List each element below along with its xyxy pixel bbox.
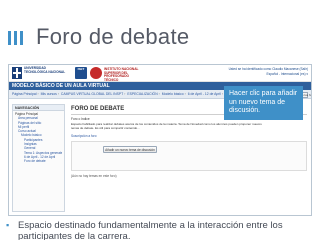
breadcrumb-item[interactable]: Modelo básico [162,92,184,96]
forum-main: FORO DE DEBATE Foro o Indice Espacio hab… [69,104,310,212]
subscribe-link[interactable]: Suscripción a foro [71,134,97,138]
breadcrumb-item[interactable]: Mis cursos [41,92,57,96]
breadcrumb-item[interactable]: 6 de April - 12 de April [188,92,221,96]
add-discussion-button[interactable]: Añadir un nuevo tema de discusión [103,146,157,153]
bullet-icon: ▪ [6,220,10,230]
breadcrumb-item[interactable]: ESPECIALIZACIÓN [127,92,157,96]
navigation-block: NAVEGACIÓN Página Principal Área persona… [12,104,65,212]
language-select[interactable]: Español - Internacional (es) ▾ [229,72,308,77]
sidebar-item-forum[interactable]: Foro de debate [15,159,62,163]
navigation-tree: Página Principal Área personal Páginas d… [13,111,64,165]
forum-name: Foro o Indice [71,117,90,121]
institute-logo-icon [90,67,102,79]
slide-title: Foro de debate [36,24,190,49]
institute-logo-text: INSTITUTO NACIONAL SUPERIOR DEL PROFESOR… [104,67,139,82]
user-info[interactable]: Usted se ha identificado como Claudio Ma… [229,67,308,77]
callout-box: Hacer clic para añadir un nuevo tema de … [224,86,303,120]
iset-logo: ISET [75,67,87,79]
slide-bullet: Espacio destinado fundamentalmente a la … [18,220,283,240]
breadcrumb-item[interactable]: Página Principal [12,92,37,96]
utn-logo-text: UNIVERSIDAD TECNOLÓGICA NACIONAL [24,66,66,74]
forum-intro: Espacio habilitado para realizar debates… [71,122,262,130]
logo-bar: UNIVERSIDAD TECNOLÓGICA NACIONAL ISET IN… [9,65,311,82]
breadcrumb-item[interactable]: CAMPUS VIRTUAL GLOBAL DEL INSPT [61,92,123,96]
title-accent [8,31,30,45]
no-topics-message: (Aún no hay temas en este foro) [71,174,117,178]
utn-logo-icon [12,67,22,79]
